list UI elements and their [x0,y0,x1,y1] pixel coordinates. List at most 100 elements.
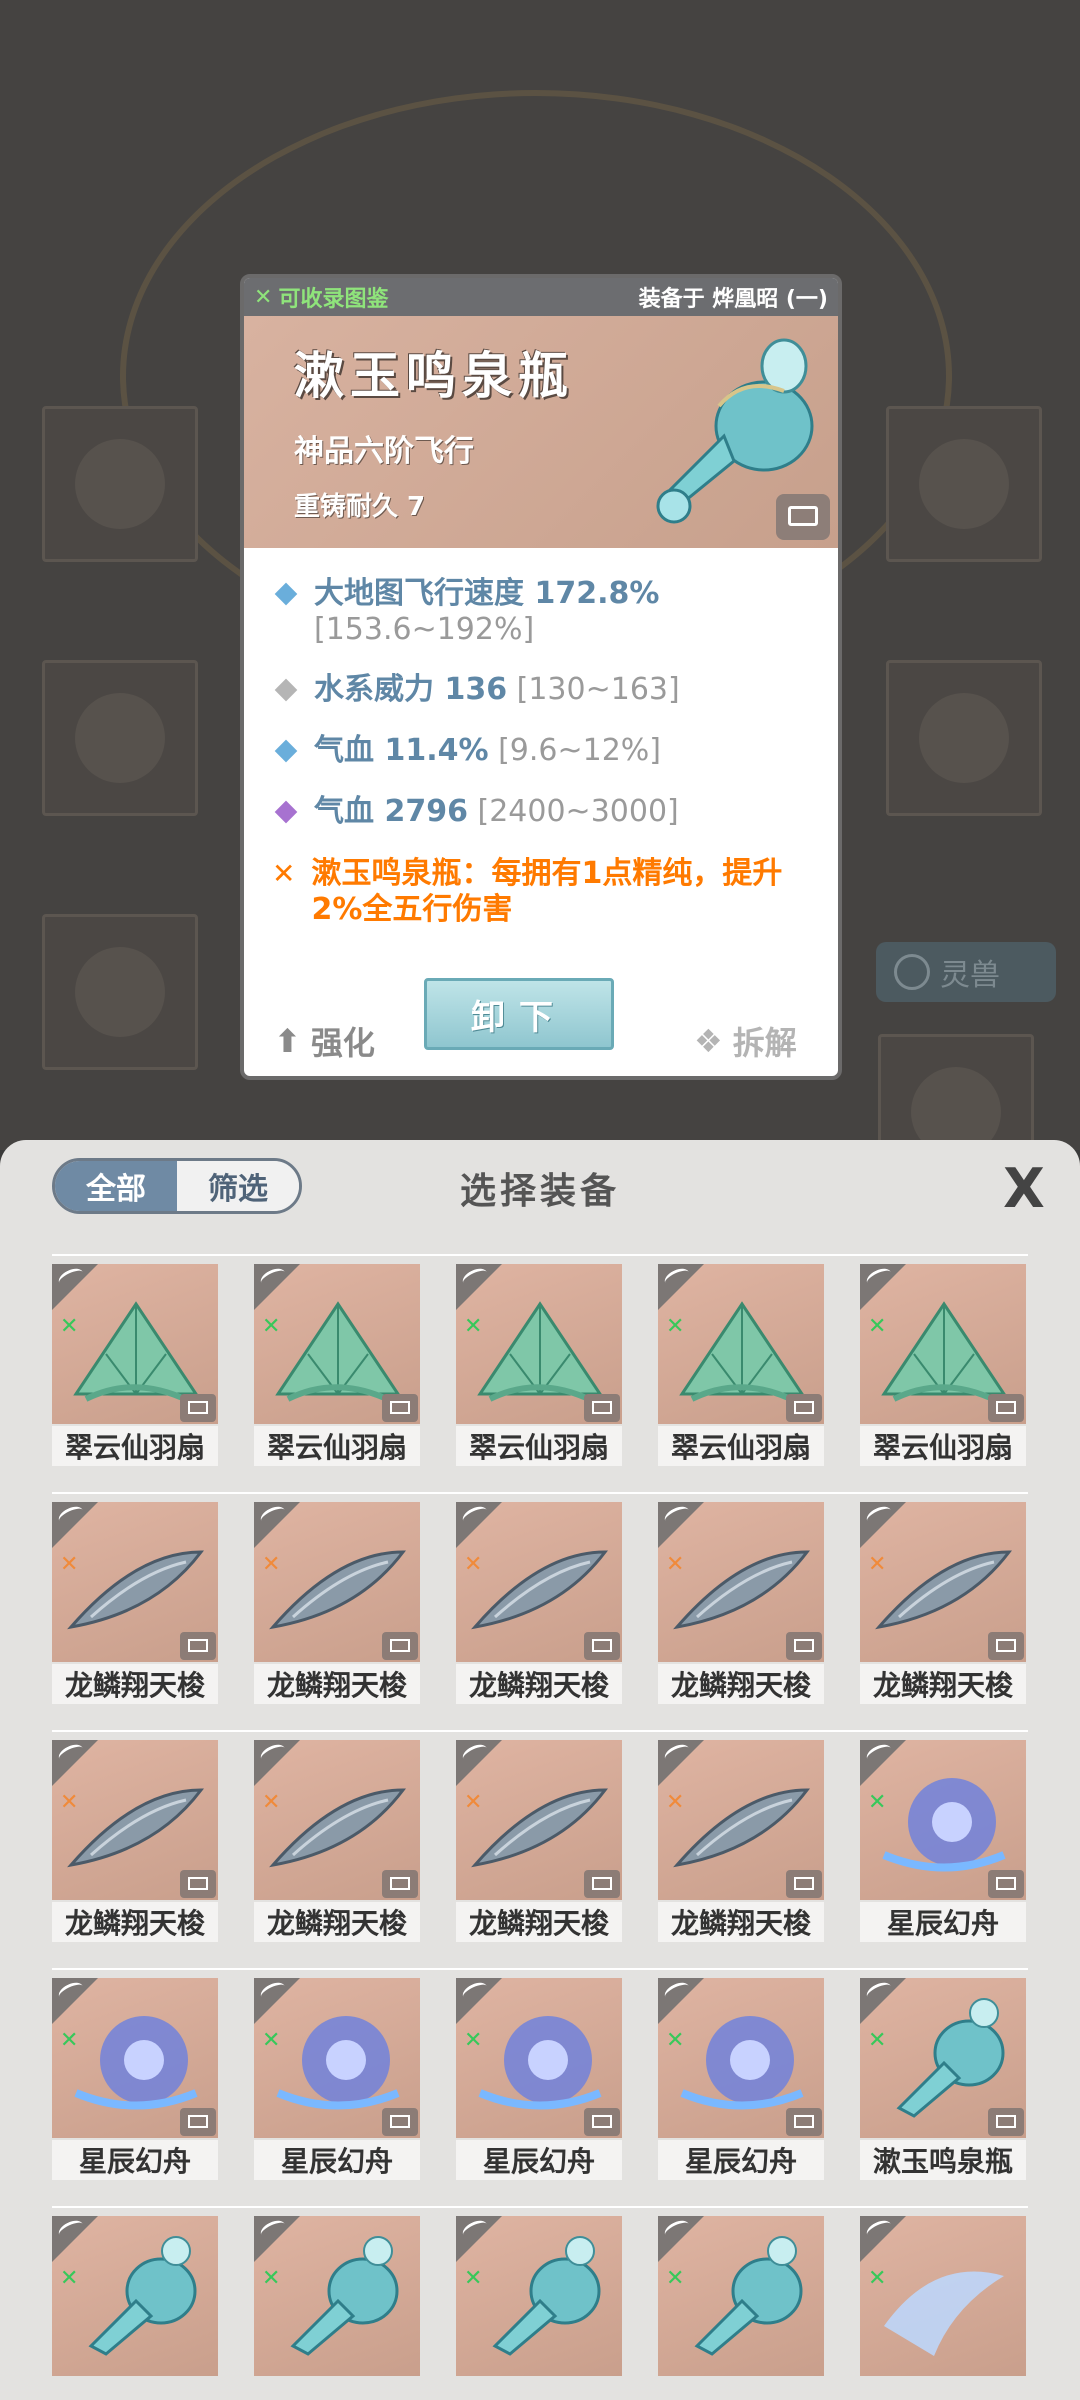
lock-icon [584,1394,620,1422]
equipment-tile[interactable]: ✕ 翠云仙羽扇 [254,1264,420,1472]
equipment-art: ✕ [52,1740,218,1900]
collect-mark-icon: ✕ [464,1790,483,1815]
equip-slot-left-3[interactable] [42,914,198,1070]
collect-mark-icon: ✕ [60,1314,79,1339]
equipment-tile[interactable]: ✕ 龙鳞翔天梭 [456,1740,622,1948]
blue-diamond-icon [274,582,298,606]
gray-diamond-icon [274,678,298,702]
equipment-art: ✕ [456,2216,622,2376]
shelf-divider [52,1254,1028,1256]
equipment-name: 星辰幻舟 [52,2140,218,2180]
collect-label: 可收录图鉴 [278,287,389,312]
close-icon[interactable]: X [994,1157,1054,1220]
equipment-tile[interactable]: ✕ 星辰幻舟 [254,1978,420,2186]
equip-slot-right-1[interactable] [886,406,1042,562]
equip-slot-right-2[interactable] [886,660,1042,816]
equipment-tile[interactable]: ✕ 星辰幻舟 [860,1740,1026,1948]
equipment-tile[interactable]: ✕ [52,2216,218,2400]
equipment-tile[interactable]: ✕ 翠云仙羽扇 [456,1264,622,1472]
collect-mark-icon: ✕ [868,2266,887,2291]
collect-mark-icon: ✕ [464,2266,483,2291]
lock-icon [786,2108,822,2136]
equipment-art: ✕ [658,1502,824,1662]
equipment-tile[interactable]: ✕ 龙鳞翔天梭 [52,1502,218,1710]
equipment-art: ✕ [456,1502,622,1662]
lock-icon [584,2108,620,2136]
equipment-art: ✕ [456,1264,622,1424]
unequip-button[interactable]: 卸下 [424,978,614,1050]
equipment-art: ✕ [456,1978,622,2138]
attribute-row: 水系威力 136 [130~163] [272,672,680,708]
attr-value: 气血 11.4% [314,733,489,768]
equipment-tile[interactable]: ✕ 星辰幻舟 [456,1978,622,2186]
equipment-name: 龙鳞翔天梭 [52,1902,218,1942]
attr-value: 水系威力 136 [314,672,508,707]
attr-range: [2400~3000] [477,794,679,829]
lock-icon [786,1870,822,1898]
disassemble-icon: ❖ [694,1022,723,1060]
equipment-name: 翠云仙羽扇 [52,1426,218,1466]
collect-mark-icon: ✕ [868,1314,887,1339]
collect-mark-icon: ✕ [60,2028,79,2053]
equipment-tile[interactable]: ✕ [254,2216,420,2400]
equipment-select-panel: 全部 筛选 选择装备 X ✕ 翠云仙羽扇 ✕ 翠云仙羽扇 ✕ 翠云仙羽扇 ✕ 翠云仙羽扇 ✕ 翠云… [0,1140,1080,2400]
collect-mark-icon: ✕ [262,2266,281,2291]
disassemble-button[interactable]: ❖ 拆解 [694,1018,797,1064]
strengthen-button[interactable]: ⬆ 强化 [274,1018,375,1064]
equipment-art: ✕ [658,1978,824,2138]
equipment-art: ✕ [254,1740,420,1900]
equipment-tile[interactable]: ✕ 龙鳞翔天梭 [658,1502,824,1710]
equipment-art: ✕ [254,1978,420,2138]
equip-slot-right-3[interactable] [878,1034,1034,1150]
equipment-tile[interactable]: ✕ 星辰幻舟 [658,1978,824,2186]
equipment-tile[interactable]: ✕ 龙鳞翔天梭 [52,1740,218,1948]
item-header: 漱玉鸣泉瓶 神品六阶飞行 重铸耐久 7 [244,316,838,548]
gourd-icon [470,2236,610,2366]
equipment-tile[interactable]: ✕ 龙鳞翔天梭 [658,1740,824,1948]
equipment-tile[interactable]: ✕ 龙鳞翔天梭 [456,1502,622,1710]
equipment-tile[interactable]: ✕ 龙鳞翔天梭 [254,1502,420,1710]
equipment-tile[interactable]: ✕ [860,2216,1026,2400]
gourd-icon [66,2236,206,2366]
collect-mark-icon: ✕ [262,1790,281,1815]
equipment-tile[interactable]: ✕ 星辰幻舟 [52,1978,218,2186]
collect-icon: ✕ [254,284,273,310]
equipment-art: ✕ [254,1264,420,1424]
collect-mark-icon: ✕ [666,2028,685,2053]
equipment-tile[interactable]: ✕ [456,2216,622,2400]
spirit-beast-label: 灵兽 [940,958,1000,993]
spirit-beast-button[interactable]: 灵兽 [876,942,1056,1002]
equipment-tile[interactable]: ✕ 翠云仙羽扇 [658,1264,824,1472]
equipment-art: ✕ [658,1264,824,1424]
lock-icon [988,1394,1024,1422]
item-durability: 重铸耐久 7 [294,492,426,522]
item-name: 漱玉鸣泉瓶 [294,346,574,405]
lock-icon[interactable] [776,494,830,540]
equipment-tile[interactable]: ✕ 翠云仙羽扇 [860,1264,1026,1472]
equipment-tile[interactable]: ✕ 龙鳞翔天梭 [860,1502,1026,1710]
equipment-name: 龙鳞翔天梭 [254,1902,420,1942]
collect-mark-icon: ✕ [666,1314,685,1339]
equipment-tile[interactable]: ✕ 龙鳞翔天梭 [254,1740,420,1948]
equipped-on-label: 装备于 烨凰昭 (一) [638,287,828,312]
lock-icon [786,1394,822,1422]
lock-icon [382,1632,418,1660]
special-effect-text: 漱玉鸣泉瓶：每拥有1点精纯，提升2%全五行伤害 [311,856,783,927]
spirit-beast-icon [894,954,930,990]
equip-slot-left-1[interactable] [42,406,198,562]
special-effect-row: ✕ 漱玉鸣泉瓶：每拥有1点精纯，提升2%全五行伤害 [272,856,812,928]
equipment-tile[interactable]: ✕ 漱玉鸣泉瓶 [860,1978,1026,2186]
equipment-name: 翠云仙羽扇 [254,1426,420,1466]
lock-icon [584,1870,620,1898]
collect-mark-icon: ✕ [868,1790,887,1815]
equip-slot-left-2[interactable] [42,660,198,816]
lock-icon [382,2108,418,2136]
lock-icon [584,1632,620,1660]
purple-diamond-icon [274,800,298,824]
collect-mark-icon: ✕ [666,1552,685,1577]
equipment-name: 星辰幻舟 [860,1902,1026,1942]
card-top-bar: ✕ 可收录图鉴 装备于 烨凰昭 (一) [244,278,838,316]
equipment-tile[interactable]: ✕ [658,2216,824,2400]
equipment-art: ✕ [254,2216,420,2376]
equipment-tile[interactable]: ✕ 翠云仙羽扇 [52,1264,218,1472]
